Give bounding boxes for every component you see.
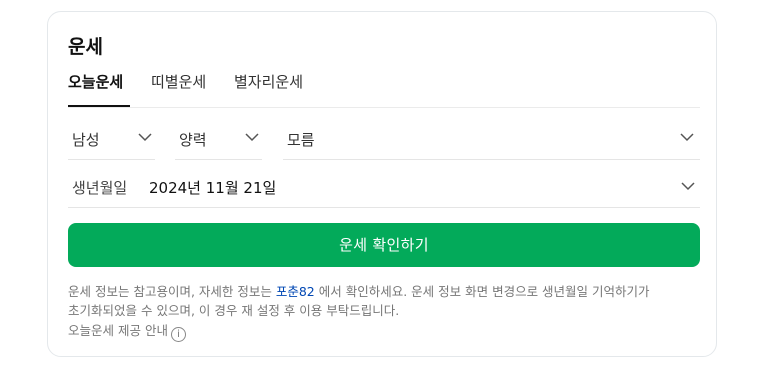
check-fortune-button[interactable]: 운세 확인하기 <box>68 223 700 267</box>
fortune-notice: 운세 정보는 참고용이며, 자세한 정보는 포춘82 에서 확인하세요. 운세 … <box>68 282 704 320</box>
tab-zodiac-animal-fortune[interactable]: 띠별운세 <box>151 70 206 106</box>
fortune-provider-info-button[interactable]: 오늘운세 제공 안내 i <box>68 320 186 342</box>
birthdate-label: 생년월일 <box>72 179 128 197</box>
birthdate-value: 2024년 11월 21일 <box>149 179 277 197</box>
gender-value: 남성 <box>72 131 100 149</box>
tab-constellation-fortune[interactable]: 별자리운세 <box>234 70 303 106</box>
calendar-select[interactable]: 양력 <box>175 119 262 160</box>
birth-time-value: 모름 <box>287 131 315 149</box>
birthdate-select[interactable]: 생년월일 2024년 11월 21일 <box>68 169 700 208</box>
gender-select[interactable]: 남성 <box>68 119 155 160</box>
chevron-down-icon <box>138 133 152 142</box>
widget-title: 운세 <box>68 36 103 58</box>
birth-time-select[interactable]: 모름 <box>283 119 700 160</box>
chevron-down-icon <box>681 182 695 191</box>
fortune-card: 운세 오늘운세 띠별운세 별자리운세 남성 양력 모름 생년월일 2024년 1… <box>47 11 717 357</box>
fortune82-link[interactable]: 포춘82 <box>276 284 315 299</box>
info-icon: i <box>170 327 186 342</box>
notice-text-before: 운세 정보는 참고용이며, 자세한 정보는 <box>68 284 276 299</box>
tab-today-fortune[interactable]: 오늘운세 <box>68 70 130 107</box>
chevron-down-icon <box>245 133 259 142</box>
fortune-tabs: 오늘운세 띠별운세 별자리운세 <box>68 70 700 108</box>
provider-info-label: 오늘운세 제공 안내 <box>68 323 168 338</box>
calendar-value: 양력 <box>179 131 207 149</box>
chevron-down-icon <box>680 133 694 142</box>
